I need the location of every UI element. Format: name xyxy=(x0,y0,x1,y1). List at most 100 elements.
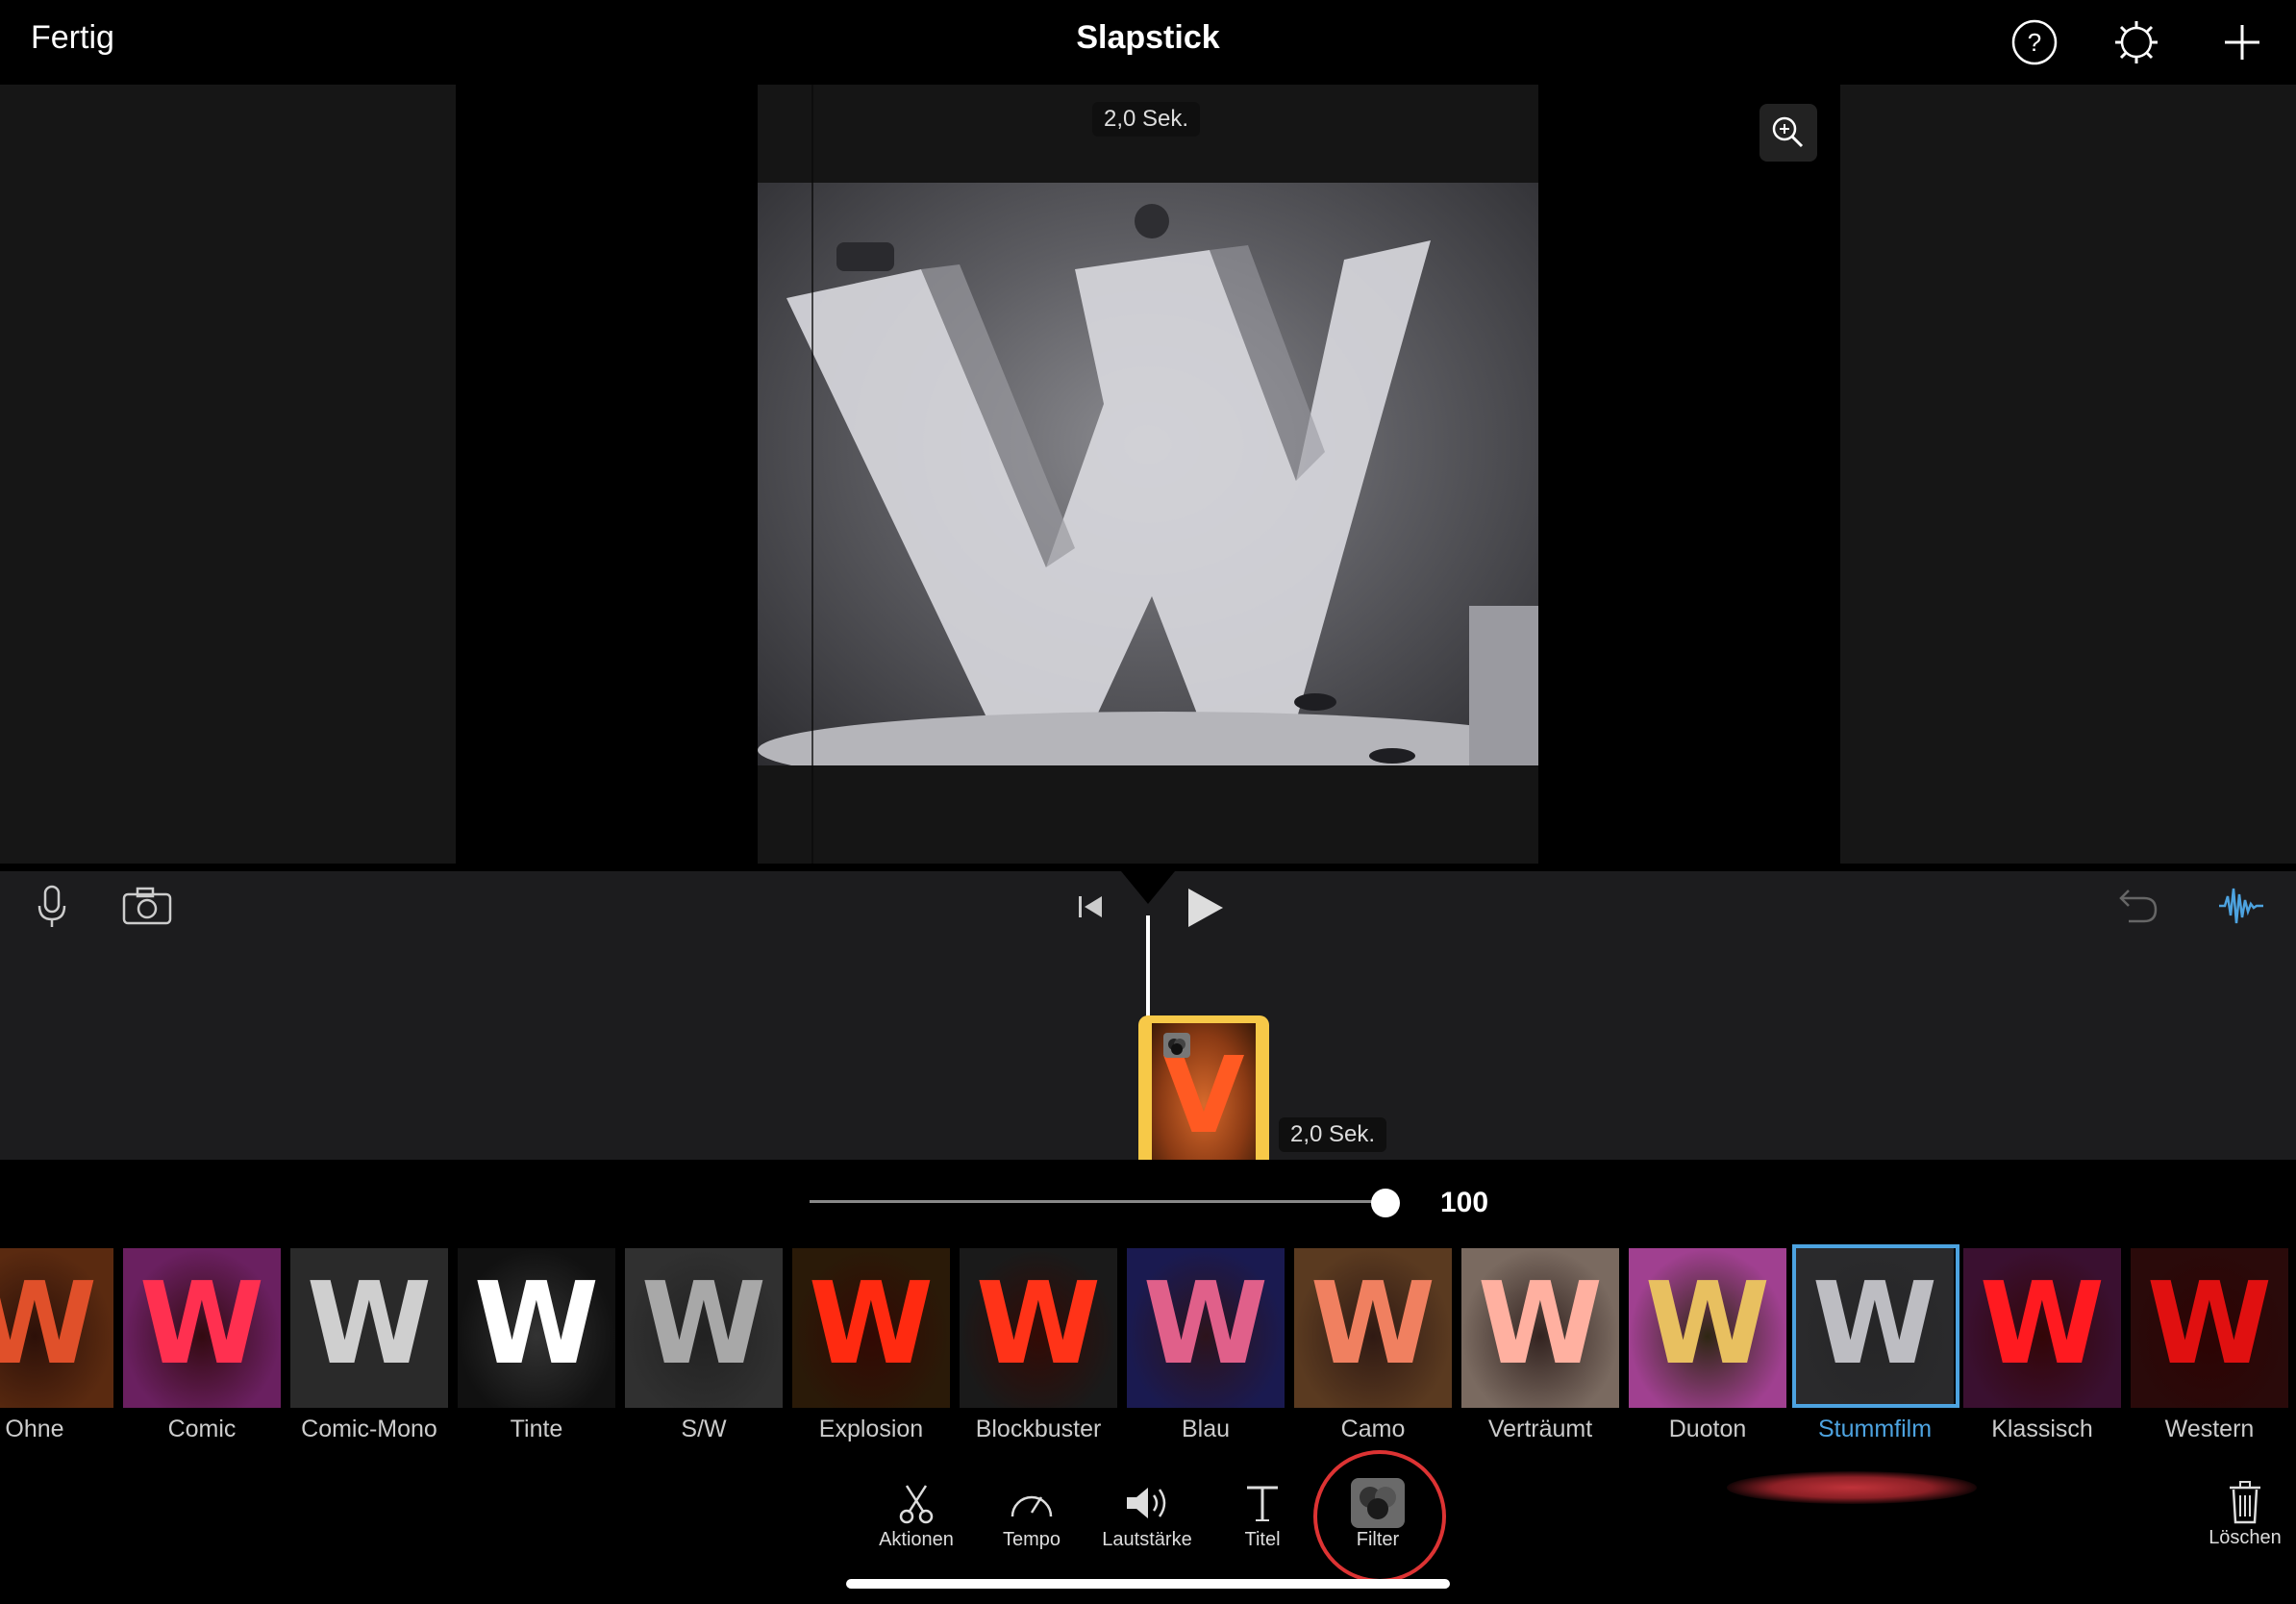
undo-icon[interactable] xyxy=(2115,887,2159,925)
settings-icon[interactable] xyxy=(2111,17,2161,67)
intensity-slider-thumb[interactable] xyxy=(1371,1189,1400,1217)
filter-badge-icon xyxy=(1163,1033,1190,1058)
filter-thumbnail: W xyxy=(2131,1248,2288,1408)
home-indicator[interactable] xyxy=(846,1579,1450,1589)
camera-icon[interactable] xyxy=(121,885,173,927)
filter-label[interactable]: Duoton xyxy=(1624,1416,1791,1443)
filter-thumbnail: W xyxy=(290,1248,448,1408)
help-icon[interactable]: ? xyxy=(2009,17,2059,67)
intensity-value: 100 xyxy=(1440,1187,1489,1218)
filter-thumbnail-letter: W xyxy=(1142,1257,1269,1390)
preview-bar-bottom xyxy=(758,765,1538,864)
red-scribble xyxy=(1727,1471,1977,1504)
filter-label[interactable]: Blockbuster xyxy=(955,1416,1122,1443)
filter-thumbnail: W xyxy=(1629,1248,1786,1408)
filter-option[interactable]: W xyxy=(625,1248,783,1408)
filter-option[interactable]: W xyxy=(1792,1244,1959,1408)
filter-label[interactable]: Blau xyxy=(1122,1416,1289,1443)
zoom-in-icon[interactable] xyxy=(1759,104,1817,162)
filter-label[interactable]: Verträumt xyxy=(1457,1416,1624,1443)
filter-option[interactable]: W xyxy=(1294,1248,1452,1408)
filter-option[interactable]: W xyxy=(960,1248,1117,1408)
filter-thumbnail-letter: W xyxy=(640,1257,767,1390)
svg-text:?: ? xyxy=(2028,28,2041,57)
filter-thumbnail: W xyxy=(458,1248,615,1408)
filter-thumbnail: W xyxy=(792,1248,950,1408)
filter-label[interactable]: Comic-Mono xyxy=(286,1416,453,1443)
filter-thumbnail: W xyxy=(1461,1248,1619,1408)
trash-icon xyxy=(2202,1481,2288,1525)
tool-titles[interactable]: Titel xyxy=(1210,1481,1315,1551)
tool-volume[interactable]: Lautstärke xyxy=(1094,1481,1200,1551)
filter-label[interactable]: Tinte xyxy=(453,1416,620,1443)
tool-speed-label: Tempo xyxy=(1002,1529,1061,1550)
filter-thumbnail-letter: W xyxy=(306,1257,433,1390)
project-title: Slapstick xyxy=(1076,19,1220,56)
tool-speed[interactable]: Tempo xyxy=(979,1481,1085,1551)
tool-volume-label: Lautstärke xyxy=(1102,1529,1192,1550)
video-preview[interactable]: W xyxy=(758,85,1538,864)
filter-option[interactable]: W xyxy=(2131,1248,2288,1408)
filter-option[interactable]: W xyxy=(458,1248,615,1408)
filter-thumbnail-letter: W xyxy=(1310,1257,1436,1390)
filter-thumbnail: W xyxy=(625,1248,783,1408)
tool-actions[interactable]: Aktionen xyxy=(863,1481,969,1551)
film-scratch xyxy=(811,85,813,864)
filter-thumbnail-letter: W xyxy=(808,1257,935,1390)
filter-label[interactable]: Ohne xyxy=(0,1416,118,1443)
viewer-letterbox-right xyxy=(1538,85,1840,864)
filter-option[interactable]: W xyxy=(123,1248,281,1408)
tool-titles-label: Titel xyxy=(1244,1529,1281,1550)
filter-option[interactable]: W xyxy=(1127,1248,1285,1408)
viewer-side-left xyxy=(0,85,456,864)
filter-thumbnail-letter: W xyxy=(1644,1257,1771,1390)
delete-label: Löschen xyxy=(2209,1527,2282,1548)
preview-frame: W xyxy=(758,183,1538,765)
filter-option[interactable]: W xyxy=(1461,1248,1619,1408)
filter-label[interactable]: Comic xyxy=(118,1416,286,1443)
filter-thumbnail: W xyxy=(123,1248,281,1408)
filter-option[interactable]: W xyxy=(1629,1248,1786,1408)
filter-label[interactable]: Klassisch xyxy=(1959,1416,2126,1443)
tool-actions-label: Aktionen xyxy=(879,1529,954,1550)
speedometer-icon xyxy=(979,1481,1085,1525)
add-icon[interactable] xyxy=(2217,17,2267,67)
filter-label[interactable]: S/W xyxy=(620,1416,787,1443)
filter-label[interactable]: Camo xyxy=(1289,1416,1457,1443)
timeline-clip[interactable]: V xyxy=(1138,1015,1269,1160)
filter-label[interactable]: Stummfilm xyxy=(1791,1416,1959,1443)
timeline-separator xyxy=(0,864,2296,871)
filter-thumbnail: W xyxy=(1963,1248,2121,1408)
skip-back-icon[interactable] xyxy=(1075,890,1108,923)
play-icon[interactable] xyxy=(1185,885,1227,931)
filter-thumbnail-letter: W xyxy=(2146,1257,2273,1390)
filter-option[interactable]: W xyxy=(1963,1248,2121,1408)
delete-button[interactable]: Löschen xyxy=(2202,1481,2288,1549)
viewer-letterbox-left xyxy=(456,85,758,864)
speaker-icon xyxy=(1094,1481,1200,1525)
filter-thumbnail-letter: W xyxy=(1979,1257,2106,1390)
playhead-marker xyxy=(1121,871,1175,904)
filter-thumbnail-letter: W xyxy=(473,1257,600,1390)
filter-selected-outline xyxy=(1792,1244,1959,1408)
text-icon xyxy=(1210,1481,1315,1525)
filter-label[interactable]: Explosion xyxy=(787,1416,955,1443)
filter-thumbnail: W xyxy=(1294,1248,1452,1408)
filter-thumbnail-letter: W xyxy=(0,1257,98,1390)
filter-option[interactable]: W xyxy=(792,1248,950,1408)
filter-thumbnail: W xyxy=(960,1248,1117,1408)
filter-thumbnail-letter: W xyxy=(138,1257,265,1390)
scissors-icon xyxy=(863,1481,969,1525)
filter-thumbnail: W xyxy=(0,1248,113,1408)
filter-option[interactable]: W xyxy=(0,1248,113,1408)
filter-label[interactable]: Western xyxy=(2126,1416,2293,1443)
audio-waveform-icon[interactable] xyxy=(2217,883,2265,929)
filter-highlight-circle xyxy=(1313,1450,1446,1583)
filter-thumbnail: W xyxy=(1127,1248,1285,1408)
filter-thumbnail-letter: W xyxy=(975,1257,1102,1390)
filter-thumbnail-letter: W xyxy=(1477,1257,1604,1390)
intensity-slider-track[interactable] xyxy=(810,1200,1386,1203)
filter-option[interactable]: W xyxy=(290,1248,448,1408)
microphone-icon[interactable] xyxy=(33,883,71,931)
clip-duration-badge: 2,0 Sek. xyxy=(1279,1117,1387,1152)
